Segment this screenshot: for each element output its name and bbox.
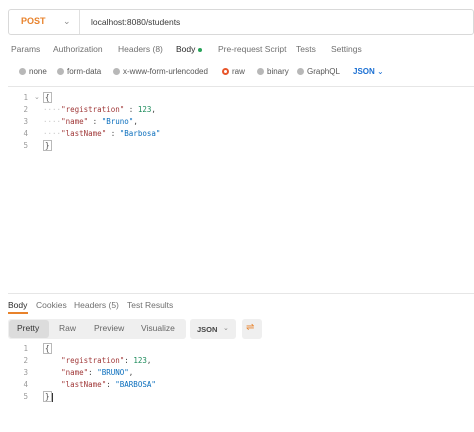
chevron-down-icon: ⌄ xyxy=(223,325,229,332)
code-brace: } xyxy=(43,140,52,151)
json-trail: , xyxy=(133,117,138,126)
body-option-label: binary xyxy=(267,67,289,76)
code-line: } xyxy=(43,391,53,402)
code-line: "name": "BRUNO", xyxy=(43,368,133,377)
view-mode-raw[interactable]: Raw xyxy=(59,323,76,333)
response-tab-cookies[interactable]: Cookies xyxy=(36,300,67,310)
line-number: 3 xyxy=(23,117,28,126)
response-tab-test-results[interactable]: Test Results xyxy=(127,300,173,310)
body-option-graphql[interactable]: GraphQL xyxy=(297,67,340,76)
body-option-raw[interactable]: raw xyxy=(222,67,245,76)
json-sep: : xyxy=(124,105,138,114)
body-option-label: x-www-form-urlencoded xyxy=(123,67,208,76)
response-tab-body[interactable]: Body xyxy=(8,300,27,310)
line-number: 5 xyxy=(23,141,28,150)
code-line: { xyxy=(43,92,52,103)
code-line: "lastName": "BARBOSA" xyxy=(43,380,156,389)
line-number: 1 xyxy=(23,93,28,102)
radio-icon xyxy=(19,68,26,75)
fold-chevron-icon[interactable]: ⌄ xyxy=(34,93,40,101)
tab-body[interactable]: Body xyxy=(176,44,203,54)
tab-pre-request-script[interactable]: Pre-request Script xyxy=(218,44,287,54)
url-bar: POST ⌄ localhost:8080/students xyxy=(8,9,474,35)
json-sep: : xyxy=(106,380,116,389)
method-dropdown[interactable]: POST ⌄ xyxy=(9,10,80,34)
tab-settings[interactable]: Settings xyxy=(331,44,362,54)
tab-headers[interactable]: Headers (8) xyxy=(118,44,163,54)
tab-body-label: Body xyxy=(176,44,196,54)
body-format-select[interactable]: JSON ⌄ xyxy=(353,67,384,76)
json-key: "lastName" xyxy=(61,129,107,138)
body-option-label: GraphQL xyxy=(307,67,340,76)
code-line: ····"name" : "Bruno", xyxy=(43,117,138,126)
method-label: POST xyxy=(21,16,46,26)
json-value: "BARBOSA" xyxy=(115,380,156,389)
code-line: ····"lastName" : "Barbosa" xyxy=(43,129,161,138)
url-input[interactable]: localhost:8080/students xyxy=(91,17,180,27)
view-mode-visualize[interactable]: Visualize xyxy=(141,323,175,333)
code-line: } xyxy=(43,140,52,151)
body-option-form-data[interactable]: form-data xyxy=(57,67,101,76)
response-tab-headers[interactable]: Headers (5) xyxy=(74,300,119,310)
wrap-lines-icon: ⇌ xyxy=(246,322,255,333)
code-brace: } xyxy=(43,391,52,402)
line-number: 2 xyxy=(23,356,28,365)
json-trail: , xyxy=(146,356,152,365)
code-brace: { xyxy=(43,343,52,354)
tab-authorization[interactable]: Authorization xyxy=(53,44,103,54)
chevron-down-icon: ⌄ xyxy=(377,67,384,76)
json-value: 123 xyxy=(133,356,147,365)
text-cursor xyxy=(51,392,53,402)
body-option-label: none xyxy=(29,67,47,76)
chevron-down-icon: ⌄ xyxy=(63,16,71,26)
body-option-label: form-data xyxy=(67,67,102,76)
json-trail: , xyxy=(128,368,134,377)
active-dot-icon xyxy=(198,47,203,52)
response-format-label: JSON xyxy=(197,325,218,334)
radio-icon xyxy=(57,68,64,75)
json-sep: : xyxy=(88,117,102,126)
code-brace: { xyxy=(43,92,52,103)
body-option-label: raw xyxy=(232,67,245,76)
line-number: 3 xyxy=(23,368,28,377)
line-number: 1 xyxy=(23,344,28,353)
json-trail: , xyxy=(151,105,156,114)
json-key: "registration" xyxy=(61,105,125,114)
code-line: { xyxy=(43,343,52,354)
tab-tests[interactable]: Tests xyxy=(296,44,316,54)
json-sep: : xyxy=(88,368,98,377)
json-sep: : xyxy=(124,356,134,365)
json-key: "name" xyxy=(61,368,89,377)
json-value: 123 xyxy=(137,105,152,114)
body-option-none[interactable]: none xyxy=(19,67,47,76)
view-mode-preview[interactable]: Preview xyxy=(94,323,124,333)
view-mode-pretty[interactable]: Pretty xyxy=(17,323,39,333)
code-line: "registration": 123, xyxy=(43,356,151,365)
line-number: 4 xyxy=(23,380,28,389)
radio-selected-icon xyxy=(222,68,229,75)
line-number: 2 xyxy=(23,105,28,114)
line-number: 5 xyxy=(23,392,28,401)
json-value: "Barbosa" xyxy=(119,129,161,138)
radio-icon xyxy=(113,68,120,75)
json-key: "lastName" xyxy=(61,380,107,389)
json-value: "Bruno" xyxy=(101,117,134,126)
json-key: "name" xyxy=(61,117,89,126)
body-option-x-www-form-urlencoded[interactable]: x-www-form-urlencoded xyxy=(113,67,208,76)
line-number: 4 xyxy=(23,129,28,138)
json-sep: : xyxy=(106,129,120,138)
json-key: "registration" xyxy=(61,356,125,365)
radio-icon xyxy=(257,68,264,75)
body-format-label: JSON xyxy=(353,67,375,76)
active-tab-indicator xyxy=(8,312,28,314)
code-line: ····"registration" : 123, xyxy=(43,105,156,114)
radio-icon xyxy=(297,68,304,75)
tab-params[interactable]: Params xyxy=(11,44,40,54)
body-option-binary[interactable]: binary xyxy=(257,67,289,76)
json-value: "BRUNO" xyxy=(97,368,129,377)
